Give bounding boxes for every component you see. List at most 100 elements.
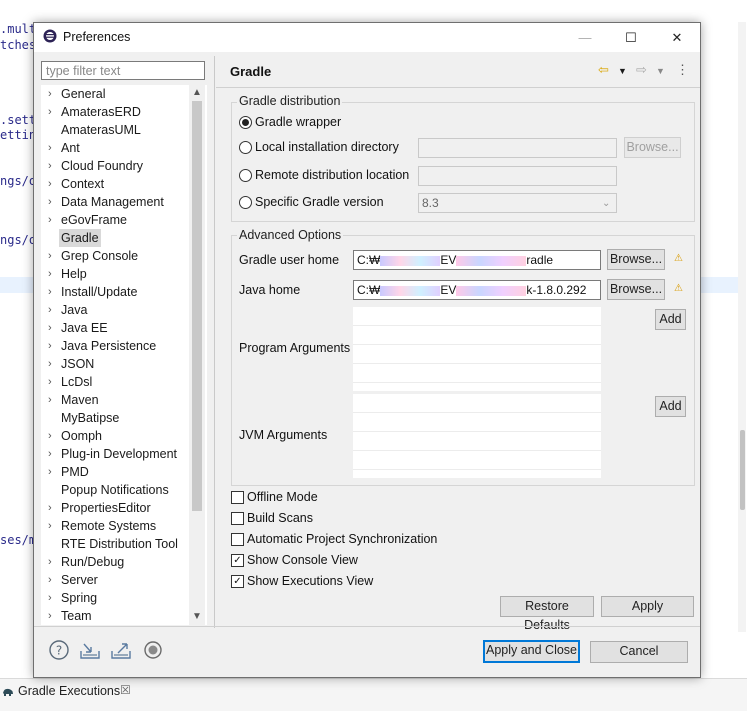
tree-item-label[interactable]: Install/Update	[61, 283, 137, 301]
chevron-right-icon[interactable]: ›	[48, 373, 52, 391]
tree-item-label[interactable]: Help	[61, 265, 87, 283]
apply-and-close-button[interactable]: Apply and Close	[483, 640, 580, 663]
scroll-up-icon[interactable]: ▲	[191, 87, 203, 98]
restore-defaults-button[interactable]: Restore Defaults	[500, 596, 594, 632]
tree-item-label[interactable]: Remote Systems	[61, 517, 156, 535]
tree-item-label[interactable]: eGovFrame	[61, 211, 127, 229]
tab-gradle-executions[interactable]: Gradle Executions	[18, 684, 120, 698]
build-scans-label[interactable]: Build Scans	[247, 511, 313, 525]
chevron-right-icon[interactable]: ›	[48, 355, 52, 373]
chevron-right-icon[interactable]: ›	[48, 157, 52, 175]
chevron-right-icon[interactable]: ›	[48, 283, 52, 301]
apply-button[interactable]: Apply	[601, 596, 694, 617]
import-icon[interactable]	[79, 639, 101, 661]
chevron-right-icon[interactable]: ›	[48, 175, 52, 193]
chevron-right-icon[interactable]: ›	[48, 319, 52, 337]
chevron-right-icon[interactable]: ›	[48, 463, 52, 481]
tree-scrollbar[interactable]: ▲ ▼	[189, 85, 205, 625]
pane-divider[interactable]	[214, 56, 215, 628]
close-button[interactable]: ✕	[654, 23, 700, 52]
chevron-right-icon[interactable]: ›	[48, 553, 52, 571]
tree-item-label[interactable]: Plug-in Development	[61, 445, 177, 463]
forward-menu-chevron-icon[interactable]: ▼	[656, 66, 665, 76]
chevron-right-icon[interactable]: ›	[48, 103, 52, 121]
forward-arrow-icon[interactable]: ⇨	[636, 62, 647, 78]
back-menu-chevron-icon[interactable]: ▼	[618, 66, 627, 76]
offline-mode-checkbox[interactable]	[231, 491, 244, 504]
radio-local-installation-label[interactable]: Local installation directory	[255, 140, 399, 154]
editor-scrollbar-thumb[interactable]	[740, 430, 745, 510]
filter-input[interactable]: type filter text	[41, 61, 205, 80]
tree-item-label[interactable]: Oomph	[61, 427, 102, 445]
tree-item-label[interactable]: Ant	[61, 139, 80, 157]
auto-sync-checkbox[interactable]	[231, 533, 244, 546]
more-options-icon[interactable]: ⋮	[676, 62, 689, 78]
radio-remote-distribution-label[interactable]: Remote distribution location	[255, 168, 409, 182]
offline-mode-label[interactable]: Offline Mode	[247, 490, 318, 504]
editor-scrollbar[interactable]	[738, 22, 746, 632]
tree-item-label[interactable]: JSON	[61, 355, 94, 373]
title-bar[interactable]: Preferences — ☐ ✕	[34, 23, 700, 52]
chevron-right-icon[interactable]: ›	[48, 427, 52, 445]
tree-item-label[interactable]: Context	[61, 175, 104, 193]
chevron-right-icon[interactable]: ›	[48, 391, 52, 409]
radio-remote-distribution[interactable]	[239, 169, 252, 182]
maximize-button[interactable]: ☐	[608, 23, 654, 52]
radio-gradle-wrapper[interactable]	[239, 116, 252, 129]
preference-tree[interactable]: › General › AmaterasERD AmaterasUML › Ant › Clou…	[41, 85, 207, 625]
java-home-browse-button[interactable]: Browse...	[607, 279, 665, 300]
tree-item-label[interactable]: Maven	[61, 391, 99, 409]
cancel-button[interactable]: Cancel	[590, 641, 688, 663]
record-icon[interactable]	[142, 639, 164, 661]
tree-item-label[interactable]: Server	[61, 571, 98, 589]
tree-item-label[interactable]: Spring	[61, 589, 97, 607]
scroll-down-icon[interactable]: ▼	[191, 611, 203, 622]
tree-item-label[interactable]: Grep Console	[61, 247, 138, 265]
chevron-right-icon[interactable]: ›	[48, 193, 52, 211]
tree-item-label[interactable]: MyBatipse	[61, 409, 119, 427]
chevron-right-icon[interactable]: ›	[48, 139, 52, 157]
tree-item-label[interactable]: PMD	[61, 463, 89, 481]
tree-item-label[interactable]: PropertiesEditor	[61, 499, 151, 517]
auto-sync-label[interactable]: Automatic Project Synchronization	[247, 532, 437, 546]
build-scans-checkbox[interactable]	[231, 512, 244, 525]
program-arguments-list[interactable]	[353, 307, 601, 391]
show-executions-view-label[interactable]: Show Executions View	[247, 574, 373, 588]
back-arrow-icon[interactable]: ⇦	[598, 62, 609, 78]
export-icon[interactable]	[110, 639, 132, 661]
tree-item-label[interactable]: RTE Distribution Tool	[61, 535, 178, 553]
tree-item-label[interactable]: Gradle	[59, 229, 101, 247]
chevron-right-icon[interactable]: ›	[48, 589, 52, 607]
chevron-right-icon[interactable]: ›	[48, 499, 52, 517]
tree-item-label[interactable]: General	[61, 85, 105, 103]
show-console-view-label[interactable]: Show Console View	[247, 553, 358, 567]
tree-item-label[interactable]: Popup Notifications	[61, 481, 169, 499]
chevron-right-icon[interactable]: ›	[48, 265, 52, 283]
tree-item-label[interactable]: Run/Debug	[61, 553, 124, 571]
chevron-right-icon[interactable]: ›	[48, 211, 52, 229]
radio-specific-version-label[interactable]: Specific Gradle version	[255, 195, 384, 209]
tree-item-label[interactable]: AmaterasUML	[61, 121, 141, 139]
chevron-right-icon[interactable]: ›	[48, 517, 52, 535]
gradle-user-home-browse-button[interactable]: Browse...	[607, 249, 665, 270]
minimize-button[interactable]: —	[562, 23, 608, 52]
help-icon[interactable]: ?	[48, 639, 70, 661]
tree-item-label[interactable]: Java	[61, 301, 87, 319]
tree-item-label[interactable]: Java EE	[61, 319, 108, 337]
radio-gradle-wrapper-label[interactable]: Gradle wrapper	[255, 115, 341, 129]
show-executions-view-checkbox[interactable]: ✓	[231, 575, 244, 588]
chevron-right-icon[interactable]: ›	[48, 337, 52, 355]
radio-specific-version[interactable]	[239, 196, 252, 209]
tree-item-label[interactable]: Java Persistence	[61, 337, 156, 355]
jvm-arguments-list[interactable]	[353, 394, 601, 478]
radio-local-installation[interactable]	[239, 141, 252, 154]
jvm-arguments-add-button[interactable]: Add	[655, 396, 686, 417]
program-arguments-add-button[interactable]: Add	[655, 309, 686, 330]
chevron-right-icon[interactable]: ›	[48, 571, 52, 589]
chevron-right-icon[interactable]: ›	[48, 607, 52, 625]
tree-item-label[interactable]: Cloud Foundry	[61, 157, 143, 175]
chevron-right-icon[interactable]: ›	[48, 445, 52, 463]
chevron-right-icon[interactable]: ›	[48, 247, 52, 265]
chevron-right-icon[interactable]: ›	[48, 85, 52, 103]
close-icon[interactable]: ☒	[120, 683, 131, 697]
